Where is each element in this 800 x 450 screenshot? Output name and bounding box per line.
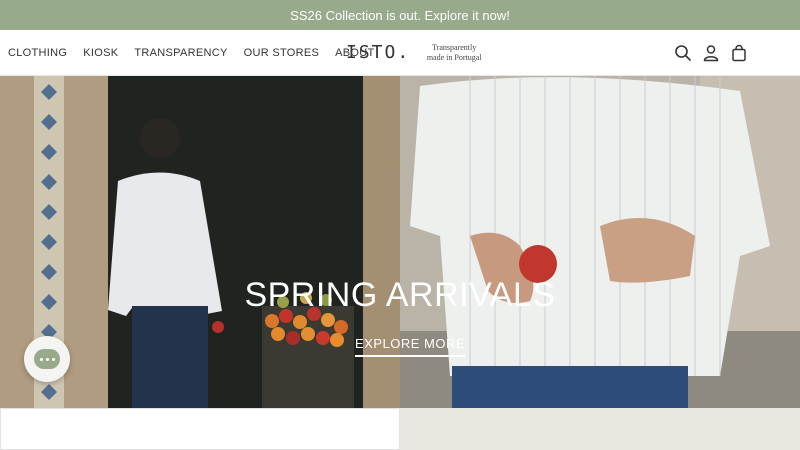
nav-our-stores[interactable]: OUR STORES <box>244 47 320 59</box>
main-nav: CLOTHING KIOSK TRANSPARENCY OUR STORES A… <box>8 30 375 76</box>
hero-photo <box>0 76 800 408</box>
cart-icon[interactable] <box>730 44 748 62</box>
brand-logo[interactable]: ISTO. Transparently made in Portugal <box>346 42 484 63</box>
chat-widget-button[interactable] <box>24 336 70 382</box>
chat-icon <box>34 349 60 369</box>
nav-kiosk[interactable]: KIOSK <box>83 47 118 59</box>
nav-transparency[interactable]: TRANSPARENCY <box>134 47 227 59</box>
product-tile-left[interactable] <box>0 408 400 450</box>
nav-clothing[interactable]: CLOTHING <box>8 47 67 59</box>
search-icon[interactable] <box>674 44 692 62</box>
logo-wordmark[interactable]: ISTO. <box>346 42 410 63</box>
account-icon[interactable] <box>702 44 720 62</box>
header-icons <box>674 30 748 76</box>
site-header: CLOTHING KIOSK TRANSPARENCY OUR STORES A… <box>0 30 800 76</box>
hero-title: SPRING ARRIVALS <box>244 276 556 314</box>
brand-tagline: Transparently made in Portugal <box>426 42 482 62</box>
explore-more-link[interactable]: EXPLORE MORE <box>355 336 466 357</box>
announcement-text[interactable]: SS26 Collection is out. Explore it now! <box>290 8 510 23</box>
hero-banner[interactable]: SPRING ARRIVALS EXPLORE MORE <box>0 76 800 408</box>
product-tile-right[interactable] <box>400 408 800 450</box>
announcement-bar[interactable]: SS26 Collection is out. Explore it now! <box>0 0 800 30</box>
